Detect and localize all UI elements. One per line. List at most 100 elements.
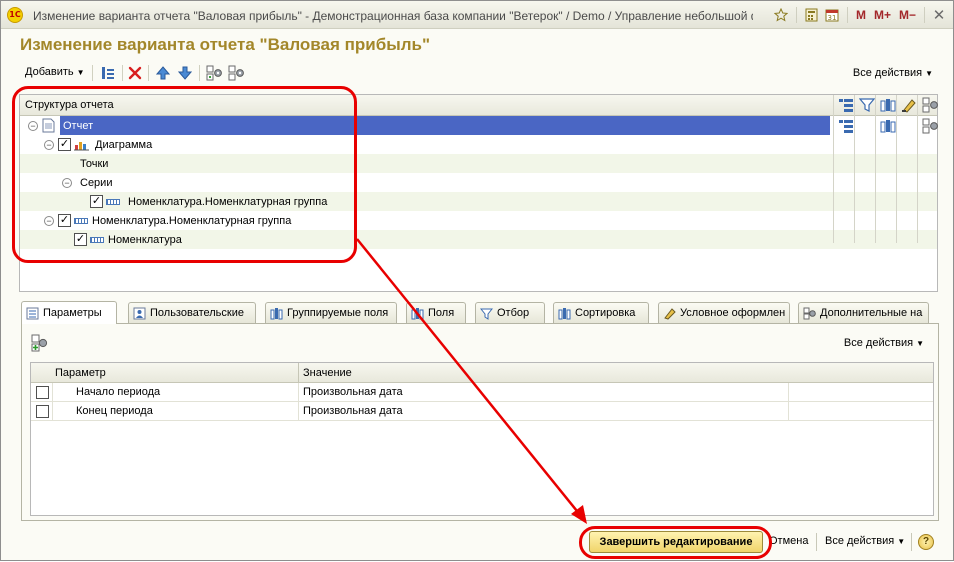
tree-cell: − ✓ Номенклатура.Номенклатурная группа bbox=[44, 211, 291, 230]
tree-label: Номенклатура.Номенклатурная группа bbox=[92, 214, 292, 227]
tree-label: Номенклатура.Номенклатурная группа bbox=[128, 195, 328, 208]
table-row[interactable]: Конец периода Произвольная дата bbox=[31, 402, 933, 421]
parameters-all-actions-menu[interactable]: Все действия ▼ bbox=[844, 337, 924, 349]
help-icon[interactable]: ? bbox=[918, 534, 934, 550]
fields-cell-icon[interactable] bbox=[880, 118, 896, 134]
chevron-down-icon: ▼ bbox=[76, 68, 85, 77]
tab-label: Отбор bbox=[497, 307, 530, 319]
title-separator bbox=[795, 7, 797, 23]
parameter-value[interactable]: Произвольная дата bbox=[303, 405, 403, 417]
bottom-separator bbox=[911, 533, 912, 551]
cancel-button[interactable]: Отмена bbox=[769, 535, 808, 547]
filter-column-icon[interactable] bbox=[859, 97, 875, 113]
tree-row-points[interactable]: Точки bbox=[20, 154, 937, 173]
tab-label: Поля bbox=[428, 307, 455, 319]
all-actions-menu[interactable]: Все действия ▼ bbox=[853, 67, 933, 79]
groups-cell-icon[interactable] bbox=[838, 118, 854, 134]
tree-label: Точки bbox=[80, 157, 109, 170]
collapse-icon[interactable]: − bbox=[28, 120, 38, 131]
grouping-field-icon bbox=[106, 198, 120, 205]
grid-line bbox=[52, 402, 53, 421]
checkbox[interactable]: ✓ bbox=[58, 214, 71, 227]
checkbox[interactable]: ✓ bbox=[58, 138, 71, 151]
bottom-separator bbox=[816, 533, 817, 551]
tab-parameters[interactable]: Параметры bbox=[21, 301, 117, 324]
move-up-icon[interactable] bbox=[154, 64, 172, 82]
tree-row-nomenclature[interactable]: ✓ Номенклатура bbox=[20, 230, 937, 249]
additional-settings-column-icon[interactable] bbox=[922, 97, 938, 113]
memory-minus-button[interactable]: M− bbox=[897, 8, 918, 22]
finish-editing-button[interactable]: Завершить редактирование bbox=[589, 531, 763, 553]
grid-line bbox=[52, 383, 53, 402]
table-row[interactable]: Начало периода Произвольная дата bbox=[31, 383, 933, 402]
grid-line bbox=[298, 383, 299, 402]
tree-label: Серии bbox=[80, 176, 113, 189]
add-button[interactable]: Добавить ▼ bbox=[25, 66, 85, 78]
tree-row-nomenclature-group[interactable]: − ✓ Номенклатура.Номенклатурная группа bbox=[20, 211, 937, 230]
row-checkbox[interactable] bbox=[36, 386, 49, 399]
window-title: Изменение варианта отчета "Валовая прибы… bbox=[33, 9, 753, 23]
column-header-parameter[interactable]: Параметр bbox=[55, 367, 106, 379]
favorite-star-icon[interactable] bbox=[773, 7, 790, 24]
user-settings-icon bbox=[133, 307, 146, 319]
close-window-button[interactable]: ✕ bbox=[931, 6, 947, 24]
calculator-icon[interactable] bbox=[803, 7, 820, 24]
row-checkbox[interactable] bbox=[36, 405, 49, 418]
parameters-panel: Все действия ▼ Параметр Значение Начало п… bbox=[21, 323, 939, 521]
add-parameter-icon[interactable] bbox=[30, 334, 48, 352]
tree-row-series[interactable]: − Серии bbox=[20, 173, 937, 192]
tree-row-report[interactable]: − Отчет bbox=[20, 116, 938, 135]
checkbox[interactable]: ✓ bbox=[74, 233, 87, 246]
tree-cell: Точки bbox=[80, 154, 108, 173]
chevron-down-icon: ▼ bbox=[925, 69, 933, 78]
tab-label: Дополнительные на bbox=[820, 307, 923, 319]
report-structure-tree: Структура отчета − Отчет − ✓ Диаграмма Т… bbox=[19, 94, 938, 292]
tab-fields[interactable]: Поля bbox=[406, 302, 466, 323]
groups-column-icon[interactable] bbox=[838, 97, 854, 113]
conditional-format-column-icon[interactable] bbox=[901, 97, 917, 113]
tree-label: Диаграмма bbox=[95, 138, 153, 151]
fields-column-icon[interactable] bbox=[880, 97, 896, 113]
tree-row-chart[interactable]: − ✓ Диаграмма bbox=[20, 135, 937, 154]
collapse-icon[interactable]: − bbox=[44, 215, 54, 226]
tab-sorting[interactable]: Сортировка bbox=[553, 302, 649, 323]
delete-icon[interactable] bbox=[126, 64, 144, 82]
calendar-icon[interactable]: 31 bbox=[824, 7, 841, 24]
tab-user-settings[interactable]: Пользовательские bbox=[128, 302, 256, 323]
parameters-table: Параметр Значение Начало периода Произво… bbox=[30, 362, 934, 516]
toolbar-separator bbox=[199, 65, 200, 81]
tree-label: Номенклатура bbox=[108, 233, 182, 246]
parameter-name: Конец периода bbox=[76, 405, 153, 417]
checkbox[interactable]: ✓ bbox=[90, 195, 103, 208]
group-settings-icon[interactable] bbox=[205, 64, 223, 82]
tab-conditional-format[interactable]: Условное оформлен bbox=[658, 302, 790, 323]
collapse-icon[interactable]: − bbox=[44, 139, 54, 150]
toolbar-separator bbox=[122, 65, 123, 81]
memory-button[interactable]: M bbox=[854, 8, 868, 22]
form-title: Изменение варианта отчета "Валовая прибы… bbox=[20, 35, 431, 54]
element-settings-icon[interactable] bbox=[227, 64, 245, 82]
collapse-icon[interactable]: − bbox=[62, 177, 72, 188]
parameter-name: Начало периода bbox=[76, 386, 161, 398]
all-actions-label: Все действия bbox=[843, 337, 914, 349]
all-actions-label: Все действия bbox=[852, 67, 923, 79]
report-document-icon bbox=[42, 118, 55, 133]
move-down-icon[interactable] bbox=[176, 64, 194, 82]
column-header-value[interactable]: Значение bbox=[303, 367, 352, 379]
tab-grouping-fields[interactable]: Группируемые поля bbox=[265, 302, 397, 323]
memory-plus-button[interactable]: M+ bbox=[872, 8, 893, 22]
parameter-value[interactable]: Произвольная дата bbox=[303, 386, 403, 398]
bottom-all-actions-menu[interactable]: Все действия ▼ bbox=[825, 535, 905, 547]
additional-settings-cell-icon[interactable] bbox=[922, 118, 938, 134]
app-logo-icon: 1С bbox=[7, 7, 23, 23]
tree-row-series-group[interactable]: ✓ Номенклатура.Номенклатурная группа bbox=[20, 192, 937, 211]
tab-filter[interactable]: Отбор bbox=[475, 302, 545, 323]
column-separator bbox=[298, 363, 299, 383]
tree-cell: ✓ Номенклатура.Номенклатурная группа bbox=[90, 192, 327, 211]
chart-icon bbox=[74, 142, 89, 151]
tree-label: Отчет bbox=[63, 119, 94, 132]
change-group-icon[interactable] bbox=[99, 64, 117, 82]
tab-additional-settings[interactable]: Дополнительные на bbox=[798, 302, 929, 323]
toolbar-separator bbox=[148, 65, 149, 81]
tree-cell: − Серии bbox=[62, 173, 112, 192]
